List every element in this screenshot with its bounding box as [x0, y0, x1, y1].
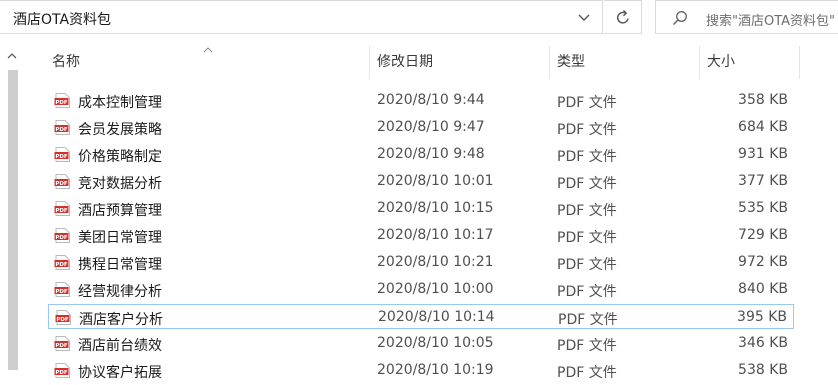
path-text[interactable]: 酒店OTA资料包	[13, 9, 111, 29]
search-icon	[672, 11, 687, 26]
file-date-modified: 2020/8/10 10:00	[377, 281, 494, 297]
file-type: PDF 文件	[557, 257, 617, 273]
pdf-icon: PDF	[54, 120, 70, 135]
column-header-type[interactable]: 类型	[557, 46, 585, 79]
file-type: PDF 文件	[557, 230, 617, 246]
file-row[interactable]: PDF 协议客户拓展 2020/8/10 10:19 PDF 文件 538 KB	[48, 358, 794, 383]
file-name[interactable]: 会员发展策略	[78, 119, 162, 139]
pdf-icon: PDF	[54, 201, 70, 216]
file-name[interactable]: 协议客户拓展	[78, 362, 162, 382]
file-size: 538 KB	[738, 362, 788, 378]
file-size: 395 KB	[737, 309, 787, 325]
svg-text:PDF: PDF	[55, 262, 68, 268]
file-row[interactable]: PDF 价格策略制定 2020/8/10 9:48 PDF 文件 931 KB	[48, 142, 794, 167]
path-box[interactable]: 酒店OTA资料包	[0, 0, 603, 34]
file-row[interactable]: PDF 美团日常管理 2020/8/10 10:17 PDF 文件 729 KB	[48, 223, 794, 248]
address-bar: 酒店OTA资料包 搜索"酒店OTA资料包"	[0, 0, 838, 36]
file-type: PDF 文件	[558, 312, 618, 328]
file-size: 931 KB	[738, 146, 788, 162]
file-type: PDF 文件	[557, 176, 617, 192]
file-size: 346 KB	[738, 335, 788, 351]
file-name[interactable]: 酒店预算管理	[78, 200, 162, 220]
file-date-modified: 2020/8/10 10:19	[377, 362, 494, 378]
pdf-icon: PDF	[54, 282, 70, 297]
pdf-icon: PDF	[54, 93, 70, 108]
search-placeholder: 搜索"酒店OTA资料包"	[706, 14, 836, 29]
column-divider[interactable]	[699, 46, 700, 79]
pdf-icon: PDF	[54, 147, 70, 162]
file-row[interactable]: PDF 酒店客户分析 2020/8/10 10:14 PDF 文件 395 KB	[48, 304, 794, 329]
file-date-modified: 2020/8/10 9:44	[377, 92, 485, 108]
svg-text:PDF: PDF	[55, 154, 68, 160]
column-divider[interactable]	[549, 46, 550, 79]
file-type: PDF 文件	[557, 122, 617, 138]
svg-text:PDF: PDF	[55, 208, 68, 214]
file-size: 377 KB	[738, 173, 788, 189]
scrollbar-thumb[interactable]	[8, 70, 18, 370]
file-row[interactable]: PDF 会员发展策略 2020/8/10 9:47 PDF 文件 684 KB	[48, 115, 794, 140]
file-size: 358 KB	[738, 92, 788, 108]
svg-text:PDF: PDF	[55, 235, 68, 241]
file-date-modified: 2020/8/10 10:17	[377, 227, 494, 243]
file-type: PDF 文件	[557, 365, 617, 381]
file-name[interactable]: 酒店前台绩效	[78, 335, 162, 355]
file-name[interactable]: 经营规律分析	[78, 281, 162, 301]
file-row[interactable]: PDF 酒店前台绩效 2020/8/10 10:05 PDF 文件 346 KB	[48, 331, 794, 356]
scroll-up-icon[interactable]	[6, 51, 18, 61]
column-header-date[interactable]: 修改日期	[377, 46, 433, 79]
file-row[interactable]: PDF 酒店预算管理 2020/8/10 10:15 PDF 文件 535 KB	[48, 196, 794, 221]
navigation-pane-scrollbar[interactable]	[0, 46, 24, 385]
file-type: PDF 文件	[557, 203, 617, 219]
file-date-modified: 2020/8/10 10:15	[377, 200, 494, 216]
file-date-modified: 2020/8/10 9:48	[377, 146, 485, 162]
file-row[interactable]: PDF 经营规律分析 2020/8/10 10:00 PDF 文件 840 KB	[48, 277, 794, 302]
svg-text:PDF: PDF	[55, 370, 68, 376]
column-header-size[interactable]: 大小	[707, 46, 735, 79]
column-header-name[interactable]: 名称	[52, 46, 80, 79]
svg-text:PDF: PDF	[55, 181, 68, 187]
file-date-modified: 2020/8/10 10:01	[377, 173, 494, 189]
svg-text:PDF: PDF	[55, 100, 68, 106]
refresh-icon	[616, 10, 629, 24]
sort-ascending-icon	[203, 47, 213, 53]
file-date-modified: 2020/8/10 9:47	[377, 119, 485, 135]
file-name[interactable]: 携程日常管理	[78, 254, 162, 274]
pdf-icon: PDF	[54, 336, 70, 351]
pdf-icon: PDF	[54, 174, 70, 189]
file-name[interactable]: 酒店客户分析	[79, 309, 163, 329]
file-row[interactable]: PDF 成本控制管理 2020/8/10 9:44 PDF 文件 358 KB	[48, 88, 794, 113]
column-divider[interactable]	[799, 46, 800, 79]
pdf-icon: PDF	[54, 255, 70, 270]
file-type: PDF 文件	[557, 284, 617, 300]
column-divider[interactable]	[369, 46, 370, 79]
file-name[interactable]: 竞对数据分析	[78, 173, 162, 193]
pdf-icon: PDF	[55, 310, 71, 325]
svg-text:PDF: PDF	[55, 127, 68, 133]
file-row[interactable]: PDF 携程日常管理 2020/8/10 10:21 PDF 文件 972 KB	[48, 250, 794, 275]
file-type: PDF 文件	[557, 149, 617, 165]
svg-text:PDF: PDF	[56, 317, 69, 323]
file-name[interactable]: 美团日常管理	[78, 227, 162, 247]
file-size: 684 KB	[738, 119, 788, 135]
pdf-icon: PDF	[54, 228, 70, 243]
file-date-modified: 2020/8/10 10:14	[378, 309, 495, 325]
file-name[interactable]: 价格策略制定	[78, 146, 162, 166]
file-type: PDF 文件	[557, 338, 617, 354]
pdf-icon: PDF	[54, 363, 70, 378]
file-date-modified: 2020/8/10 10:21	[377, 254, 494, 270]
file-size: 535 KB	[738, 200, 788, 216]
column-header-row: 名称 修改日期 类型 大小	[40, 46, 800, 79]
file-date-modified: 2020/8/10 10:05	[377, 335, 494, 351]
refresh-button[interactable]	[604, 0, 642, 34]
file-size: 840 KB	[738, 281, 788, 297]
svg-text:PDF: PDF	[55, 343, 68, 349]
file-row[interactable]: PDF 竞对数据分析 2020/8/10 10:01 PDF 文件 377 KB	[48, 169, 794, 194]
file-name[interactable]: 成本控制管理	[78, 92, 162, 112]
file-size: 729 KB	[738, 227, 788, 243]
file-size: 972 KB	[738, 254, 788, 270]
search-input[interactable]: 搜索"酒店OTA资料包"	[655, 0, 838, 34]
svg-text:PDF: PDF	[55, 289, 68, 295]
file-type: PDF 文件	[557, 95, 617, 111]
chevron-down-icon[interactable]	[576, 9, 592, 25]
